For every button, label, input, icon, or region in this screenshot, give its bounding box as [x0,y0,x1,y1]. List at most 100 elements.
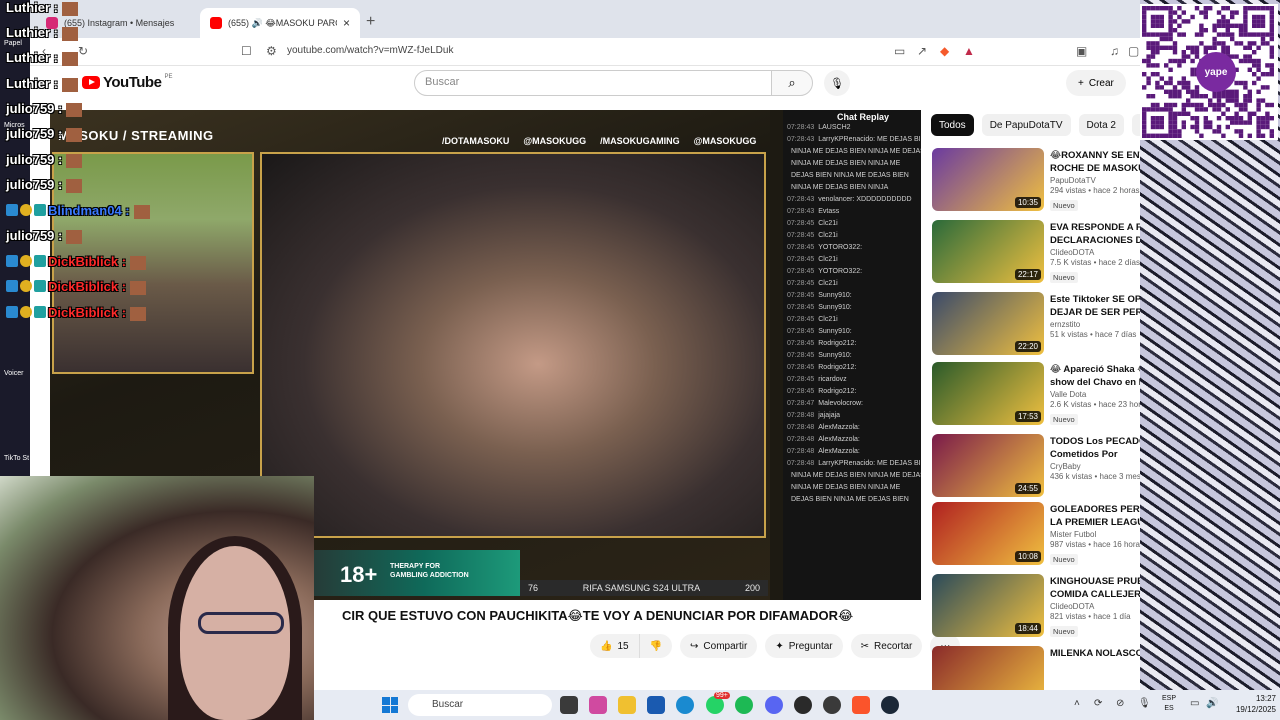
steam-icon[interactable] [881,696,899,714]
overlay-chat-line: julio759 : [6,152,83,168]
brave-icon[interactable] [852,696,870,714]
related-video[interactable]: 18:44 KINGHOUASE PRUEBA COMIDA CALLEJERA … [932,574,1140,640]
related-video[interactable]: 10:08 GOLEADORES PERUANOS EN LA PREMIER L… [932,502,1140,568]
sidebar-icon[interactable]: ▣ [1076,44,1087,58]
mic-icon: 🎙 [830,77,844,90]
channel-name[interactable]: PapuDotaTV [1050,176,1140,185]
qr-module [1269,63,1274,68]
obs-icon[interactable] [794,696,812,714]
share-button[interactable]: ↪ Compartir [680,634,758,658]
channel-name[interactable]: ClideoDOTA [1050,248,1140,257]
discord-icon[interactable] [765,696,783,714]
qr-module [1142,19,1147,24]
tray-app-icon[interactable]: ⟳ [1094,698,1102,709]
chip-dota[interactable]: Dota 2 [1078,114,1124,136]
qr-module [1221,111,1226,116]
qr-module [1168,67,1173,72]
brave-rewards-icon[interactable]: ▲ [963,44,975,58]
like-button[interactable]: 👍 15 [590,634,639,658]
channel-name[interactable]: ernzstito [1050,320,1140,329]
qr-module [1234,80,1239,86]
related-video[interactable]: 22:20 Este Tiktoker SE OPERÓ para DEJAR D… [932,292,1140,358]
clock[interactable]: 13:27 19/12/2025 [1232,693,1276,715]
mic-tray-icon[interactable]: 🎙 [1138,698,1151,709]
brave-shield-icon[interactable]: ◆ [940,44,949,58]
video-card-title[interactable]: TODOS Los PECADOS Cometidos Por ARIGAMEP… [1050,435,1140,461]
channel-name[interactable]: CryBaby [1050,462,1140,471]
qr-module [1168,10,1173,15]
channel-name[interactable]: ClideoDOTA [1050,602,1140,611]
site-info-icon[interactable]: ⚙ [266,44,277,58]
qr-module [1216,116,1222,121]
video-card-title[interactable]: MILENKA NOLASCO VS 100 [1050,647,1140,660]
qr-module [1146,6,1151,11]
volume-icon[interactable]: 🔊 [1206,698,1218,709]
qr-module [1172,50,1178,55]
video-thumbnail[interactable]: 22:20 [932,292,1044,355]
video-card-title[interactable]: EVA RESPONDE A FUERTES DECLARACIONES DE … [1050,221,1140,247]
related-video[interactable]: 24:55 TODOS Los PECADOS Cometidos Por ARI… [932,434,1140,500]
close-tab-icon[interactable]: × [343,16,350,30]
ask-button[interactable]: ✦ Preguntar [765,634,843,658]
chat-username: Luthier [6,25,51,40]
voice-search-button[interactable]: 🎙 [824,70,850,96]
spotify-icon[interactable] [735,696,753,714]
share-icon[interactable]: ↗ [917,44,927,58]
tab-youtube[interactable]: (655) 🔊 😂MASOKU PARCHA A × [200,8,360,38]
video-thumbnail[interactable]: 24:55 [932,434,1044,497]
qr-module [1269,10,1274,15]
qr-module [1225,19,1230,24]
channel-name[interactable]: Valle Dota [1050,390,1140,399]
related-video[interactable]: 10:35 😂ROXANNY SE ENTERA DEL ROCHE DE MAS… [932,148,1140,214]
windows-start-icon[interactable] [382,697,398,713]
qr-module [1164,32,1169,37]
video-card-title[interactable]: GOLEADORES PERUANOS EN LA PREMIER LEAGUE… [1050,503,1140,529]
search-button[interactable]: ⌕ [771,70,813,96]
chip-todos[interactable]: Todos [931,114,974,136]
video-thumbnail[interactable]: 22:17 [932,220,1044,283]
search-input[interactable]: Buscar [414,70,772,96]
media-icon[interactable]: ♫ [1110,44,1119,58]
taskbar-search[interactable]: Buscar [408,694,552,716]
dislike-button[interactable]: 👎 [638,634,673,658]
url-field[interactable]: youtube.com/watch?v=mWZ-fJeLDuk [287,45,453,56]
cast-icon[interactable]: ▭ [894,44,905,58]
tray-chevron-icon[interactable]: ˄ [1074,698,1080,709]
clip-button[interactable]: ✂ Recortar [850,634,923,658]
chat-text: Sunny910: [818,292,852,299]
video-card-title[interactable]: 😂ROXANNY SE ENTERA DEL ROCHE DE MASOKU I… [1050,149,1140,175]
related-video[interactable]: 22:17 EVA RESPONDE A FUERTES DECLARACIONE… [932,220,1140,286]
window-icon[interactable]: ▢ [1128,44,1139,58]
bookmark-icon[interactable]: ☐ [241,44,252,58]
store-icon[interactable] [647,696,665,714]
video-card-title[interactable]: KINGHOUASE PRUEBA COMIDA CALLEJERA EN BR… [1050,575,1140,601]
copilot-icon[interactable] [589,696,607,714]
language-indicator[interactable]: ESP ES [1162,694,1176,714]
plus-icon: + [1078,77,1084,89]
network-icon[interactable]: ▭ [1190,698,1199,709]
video-thumbnail[interactable]: 10:08 [932,502,1044,565]
qr-module [1230,94,1235,99]
chip-videos[interactable]: Vid [1131,114,1140,136]
edge-icon[interactable] [676,696,694,714]
video-thumbnail[interactable]: 17:53 [932,362,1044,425]
related-video[interactable]: 17:53 😂 Apareció Shaka 😂 Hace su show del… [932,362,1140,428]
chip-channel[interactable]: De PapuDotaTV [981,114,1071,136]
related-video[interactable]: MILENKA NOLASCO VS 100⋮ [932,646,1140,690]
emote-icon [66,127,83,142]
video-thumbnail[interactable]: 10:35 [932,148,1044,211]
qr-module [1252,111,1257,116]
new-tab-button[interactable]: + [366,13,375,31]
create-button[interactable]: + Crear [1066,70,1126,96]
channel-name[interactable]: Mister Futbol [1050,530,1140,539]
tray-app-icon[interactable]: ⊘ [1116,698,1124,709]
video-thumbnail[interactable] [932,646,1044,690]
video-thumbnail[interactable]: 18:44 [932,574,1044,637]
app-icon[interactable] [823,696,841,714]
video-card-title[interactable]: Este Tiktoker SE OPERÓ para DEJAR DE SER… [1050,293,1140,319]
qr-module [1186,80,1191,86]
chat-separator: : [50,76,59,91]
video-card-title[interactable]: 😂 Apareció Shaka 😂 Hace su show del Chav… [1050,363,1140,389]
file-explorer-icon[interactable] [618,696,636,714]
task-view-icon[interactable] [560,696,578,714]
